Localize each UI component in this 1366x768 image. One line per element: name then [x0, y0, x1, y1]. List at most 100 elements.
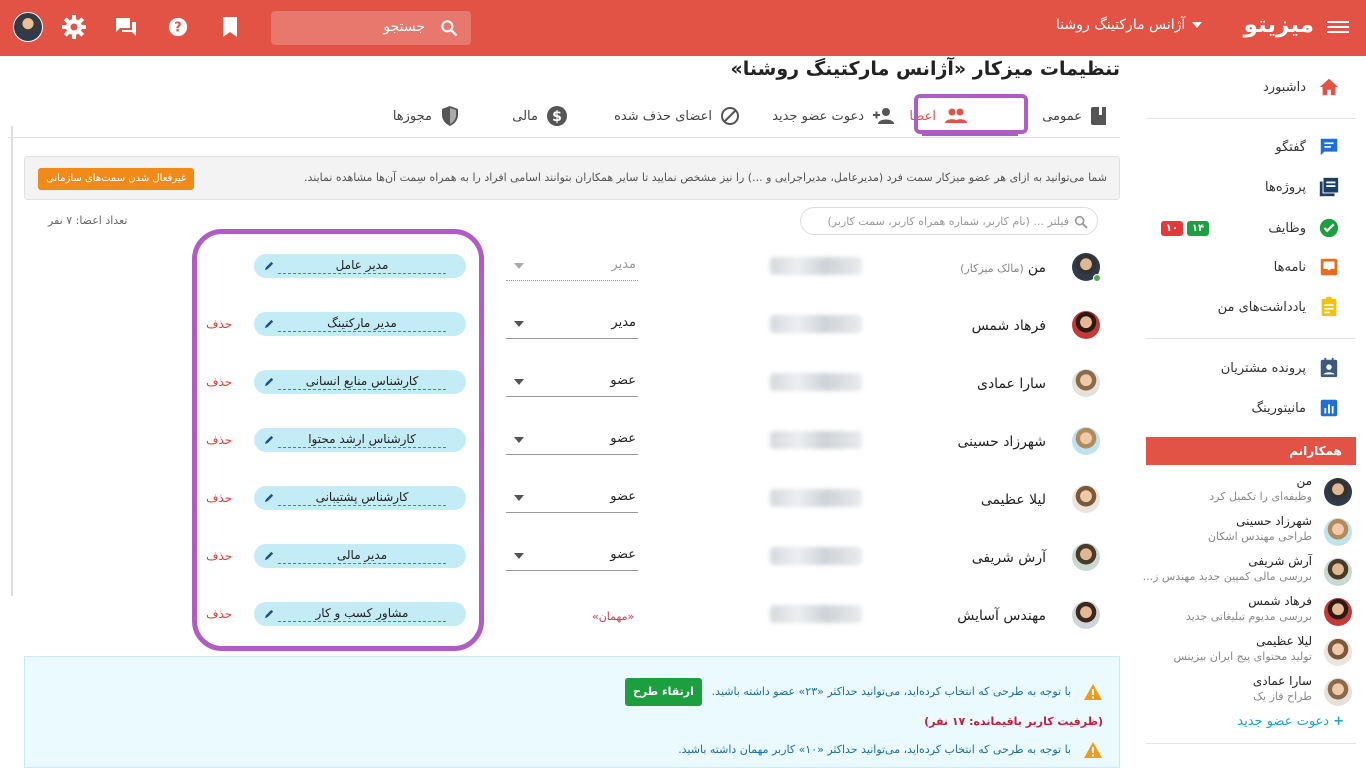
chevron-down-icon [514, 495, 524, 501]
tab-label: دعوت عضو جدید [772, 108, 864, 124]
avatar [1324, 558, 1352, 586]
role-select[interactable]: عضو [506, 365, 638, 397]
role-select[interactable]: عضو [506, 481, 638, 513]
member-name-text: من [1027, 260, 1046, 276]
upgrade-plan-button[interactable]: ارتقاء طرح [625, 678, 702, 706]
tab-general[interactable]: عمومی [1042, 104, 1108, 128]
blurred-phone [770, 605, 862, 623]
invite-member-link[interactable]: +دعوت عضو جدید [1237, 714, 1344, 729]
online-indicator [1093, 274, 1101, 282]
sidebar-item-mail[interactable]: نامه‌ها [1274, 255, 1340, 279]
member-filter[interactable]: فیلتر ... (نام کاربر، شماره همراه کاربر،… [800, 207, 1098, 235]
blurred-phone [770, 431, 862, 449]
divider [1146, 118, 1356, 119]
colleague-item[interactable]: لیلا عظیمی تولید محتوای پیج ایران بیزینس [1146, 634, 1356, 670]
search-input[interactable]: جستجو [383, 19, 425, 35]
invite-label: دعوت عضو جدید [1237, 714, 1330, 729]
colleague-item[interactable]: من وظیفه‌ای را تکمیل کرد [1146, 474, 1356, 510]
colleague-item[interactable]: شهرزاد حسینی طراحی مهندس اشکان [1146, 514, 1356, 550]
chevron-down-icon [514, 321, 524, 327]
remaining-capacity: (ظرفیت کاربر باقیمانده: ۱۷ نفر) [924, 715, 1103, 728]
tab-permissions[interactable]: مجوزها [393, 104, 460, 128]
avatar [1324, 598, 1352, 626]
notes-icon [1321, 296, 1337, 317]
plus-icon: + [1333, 714, 1344, 729]
colleague-item[interactable]: فرهاد شمس بررسی مدیوم تبلیغاتی جدید [1146, 594, 1356, 630]
colleague-name: شهرزاد حسینی [1236, 514, 1312, 528]
owner-label: (مالک میزکار) [960, 262, 1024, 275]
chat-icon [1320, 138, 1338, 156]
bookmark-icon[interactable] [221, 15, 239, 39]
colleague-item[interactable]: سارا عمادی طراح فاز یک [1146, 674, 1356, 710]
tasks-badge-red: ۱۰ [1161, 221, 1183, 236]
role-value: مدیر [611, 315, 636, 330]
organization-name: آژانس مارکتینگ روشنا [1056, 17, 1186, 33]
settings-icon[interactable] [62, 15, 86, 39]
sidebar-item-tasks[interactable]: وظایف [1268, 216, 1340, 240]
search-icon [1074, 215, 1088, 229]
colleague-activity: وظیفه‌ای را تکمیل کرد [1209, 490, 1312, 503]
member-name: شهرزاد حسینی [957, 434, 1046, 450]
sidebar-item-notes[interactable]: یادداشت‌های من [1218, 295, 1340, 319]
sidebar-item-label: مانیتورینگ [1251, 400, 1306, 416]
role-select[interactable]: عضو [506, 423, 638, 455]
member-name-text: لیلا عظیمی [980, 492, 1046, 508]
role-select[interactable]: مدیر [506, 307, 638, 339]
avatar [1324, 478, 1352, 506]
tab-label: مالی [512, 108, 538, 124]
member-row: آرش شریفی عضو مدیر مالی حذف [8, 530, 1132, 588]
sidebar-item-label: یادداشت‌های من [1217, 299, 1306, 315]
avatar [1072, 311, 1100, 339]
sidebar-item-label: وظایف [1268, 220, 1306, 236]
colleagues-header: همکارانم [1146, 437, 1356, 465]
disable-positions-button[interactable]: غیرفعال شدن سمت‌های سازمانی [38, 168, 195, 190]
avatar [1072, 369, 1100, 397]
dollar-icon: $ [547, 106, 567, 126]
colleague-name: لیلا عظیمی [1256, 634, 1312, 648]
role-value: عضو [610, 547, 636, 562]
avatar [1324, 518, 1352, 546]
colleague-activity: بررسی مالی کمپین جدید مهندس ز... [1142, 570, 1312, 583]
member-name-text: مهندس آسایش [957, 608, 1046, 624]
member-name: مهندس آسایش [957, 608, 1046, 624]
positions-highlight [192, 229, 484, 651]
monitoring-icon [1320, 399, 1338, 417]
sidebar-item-monitoring[interactable]: مانیتورینگ [1251, 396, 1340, 420]
organization-selector[interactable]: آژانس مارکتینگ روشنا [1056, 17, 1203, 33]
sidebar-item-chat[interactable]: گفتگو [1275, 135, 1340, 159]
tab-label: عمومی [1042, 108, 1082, 124]
mail-icon [1320, 258, 1338, 276]
tab-invite[interactable]: دعوت عضو جدید [772, 104, 896, 128]
user-avatar[interactable] [13, 12, 43, 42]
sidebar-item-clients[interactable]: پرونده مشتریان [1221, 356, 1340, 380]
tasks-badge-green: ۱۴ [1187, 221, 1209, 236]
tab-finance[interactable]: $ مالی [512, 104, 568, 128]
block-icon [721, 107, 739, 125]
filter-input[interactable]: فیلتر ... (نام کاربر، شماره همراه کاربر،… [827, 215, 1069, 228]
tab-label: اعضای حذف شده [614, 108, 712, 124]
search-box[interactable]: جستجو [271, 11, 471, 45]
member-row: شهرزاد حسینی عضو کارشناس ارشد محتوا حذف [8, 414, 1132, 472]
member-row: مهندس آسایش «مهمان» مشاور کسب و کار حذف [8, 588, 1132, 646]
guest-limit-text: با توجه به طرحی که انتخاب کرده‌اید، می‌ت… [678, 743, 1071, 756]
plan-info-box: با توجه به طرحی که انتخاب کرده‌اید، می‌ت… [24, 656, 1120, 768]
colleague-name: من [1296, 474, 1312, 488]
main-content: تنظیمات میزکار «آژانس مارکتینگ روشنا» عم… [8, 56, 1132, 768]
search-icon[interactable] [439, 18, 459, 38]
warning-icon [1084, 742, 1102, 758]
colleague-activity: طراحی مهندس اشکان [1207, 530, 1312, 543]
sidebar-item-projects[interactable]: پروژه‌ها [1265, 175, 1340, 199]
member-name-text: آرش شریفی [971, 550, 1046, 566]
app-logo[interactable]: میزیتو [1238, 12, 1314, 38]
help-icon[interactable]: ? [167, 15, 189, 39]
menu-icon[interactable] [1327, 18, 1349, 38]
tab-removed-members[interactable]: اعضای حذف شده [614, 104, 740, 128]
member-row: سارا عمادی عضو کارشناس منابع انسانی حذف [8, 356, 1132, 414]
sidebar-item-dashboard[interactable]: داشبورد [1263, 75, 1340, 99]
colleague-name: فرهاد شمس [1248, 594, 1312, 608]
page-title: تنظیمات میزکار «آژانس مارکتینگ روشنا» [730, 58, 1120, 80]
colleague-item[interactable]: آرش شریفی بررسی مالی کمپین جدید مهندس ز.… [1142, 554, 1356, 590]
role-select[interactable]: عضو [506, 539, 638, 571]
avatar [1324, 638, 1352, 666]
chat-icon[interactable] [114, 15, 138, 39]
